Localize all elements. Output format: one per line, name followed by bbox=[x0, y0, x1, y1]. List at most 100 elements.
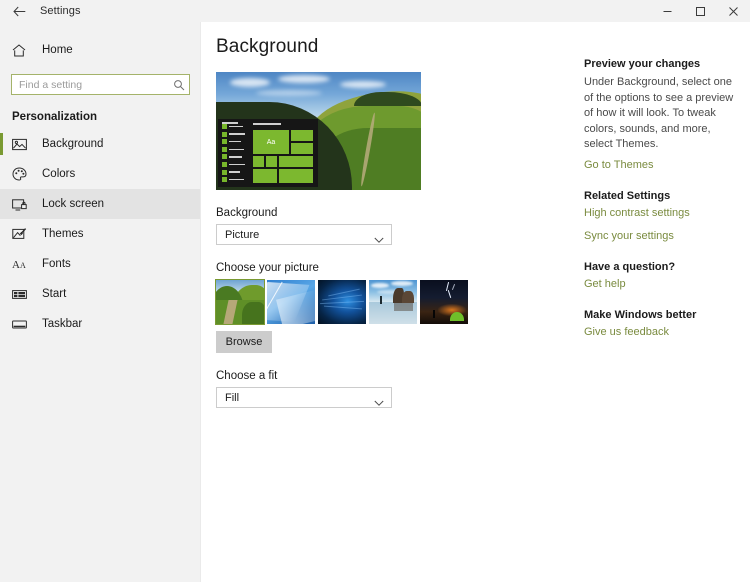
title-bar-left: Settings bbox=[0, 0, 81, 22]
thumb-cloud bbox=[371, 283, 389, 288]
preview-tile bbox=[252, 168, 278, 184]
thumb-sea-stack bbox=[402, 291, 414, 303]
preview-changes-body: Under Background, select one of the opti… bbox=[584, 76, 734, 150]
get-help-link[interactable]: Get help bbox=[584, 278, 736, 290]
preview-start-group-title bbox=[253, 123, 281, 125]
make-windows-better-section: Make Windows better Give us feedback bbox=[584, 309, 736, 338]
sidebar-item-taskbar[interactable]: Taskbar bbox=[0, 309, 200, 339]
preview-cloud bbox=[256, 90, 322, 96]
lockscreen-icon bbox=[12, 196, 32, 212]
settings-window: Settings Home Find a setting Personaliza… bbox=[0, 0, 750, 582]
preview-start-menu: Aa bbox=[218, 119, 318, 187]
choose-fit-label: Choose a fit bbox=[216, 370, 278, 382]
sidebar-item-start[interactable]: Start bbox=[0, 279, 200, 309]
give-us-feedback-link[interactable]: Give us feedback bbox=[584, 326, 736, 338]
thumb-tent bbox=[450, 312, 464, 321]
related-settings-section: Related Settings High contrast settings … bbox=[584, 190, 736, 242]
sidebar-item-label: Colors bbox=[42, 168, 76, 180]
background-dropdown[interactable]: Picture bbox=[216, 224, 392, 245]
have-a-question-section: Have a question? Get help bbox=[584, 261, 736, 290]
beach-sea-stacks-thumbnail[interactable] bbox=[369, 280, 417, 324]
sidebar-section-heading: Personalization bbox=[12, 111, 97, 123]
preview-tile-aa: Aa bbox=[252, 129, 290, 155]
browse-button[interactable]: Browse bbox=[216, 331, 272, 353]
back-button[interactable] bbox=[0, 0, 38, 22]
make-windows-better-heading: Make Windows better bbox=[584, 308, 697, 321]
main-content: Background Aa Background Picture Choose … bbox=[202, 22, 572, 582]
wallpaper-preview: Aa bbox=[216, 72, 421, 190]
preview-start-app-item bbox=[222, 139, 246, 145]
search-input[interactable] bbox=[11, 74, 190, 95]
go-to-themes-link[interactable]: Go to Themes bbox=[584, 159, 736, 171]
preview-start-app-item bbox=[222, 169, 246, 175]
blue-abstract-thumbnail[interactable] bbox=[267, 280, 315, 324]
fit-dropdown-value: Fill bbox=[225, 391, 240, 404]
window-controls bbox=[651, 0, 750, 22]
maximize-button[interactable] bbox=[684, 0, 717, 22]
themes-icon bbox=[12, 226, 32, 242]
windows-hero-thumbnail[interactable] bbox=[318, 280, 366, 324]
preview-tile bbox=[265, 155, 278, 168]
preview-cloud bbox=[340, 81, 386, 88]
svg-text:A: A bbox=[12, 259, 20, 271]
thumb-bush bbox=[242, 302, 264, 324]
minimize-button[interactable] bbox=[651, 0, 684, 22]
preview-start-app-item bbox=[222, 177, 246, 183]
right-info-panel: Preview your changes Under Background, s… bbox=[572, 22, 750, 582]
fit-dropdown[interactable]: Fill bbox=[216, 387, 392, 408]
window-title: Settings bbox=[40, 5, 81, 17]
night-sky-thumbnail[interactable] bbox=[420, 280, 468, 324]
home-label: Home bbox=[42, 44, 73, 56]
sidebar-item-label: Background bbox=[42, 138, 104, 150]
high-contrast-settings-link[interactable]: High contrast settings bbox=[584, 207, 736, 219]
picture-thumbnail-strip bbox=[215, 279, 572, 325]
sync-your-settings-link[interactable]: Sync your settings bbox=[584, 230, 736, 242]
preview-start-app-item bbox=[222, 124, 246, 129]
preview-start-app-item bbox=[222, 161, 246, 167]
preview-tile bbox=[278, 155, 314, 168]
sidebar-item-label: Themes bbox=[42, 228, 84, 240]
sidebar-item-lock-screen[interactable]: Lock screen bbox=[0, 189, 200, 219]
title-bar: Settings bbox=[0, 0, 750, 22]
preview-tile bbox=[290, 142, 314, 155]
preview-start-app-item bbox=[222, 146, 246, 152]
choose-picture-label: Choose your picture bbox=[216, 262, 319, 274]
countryside-path-thumbnail[interactable] bbox=[215, 279, 265, 325]
preview-tile bbox=[290, 129, 314, 142]
preview-start-app-list bbox=[222, 124, 246, 185]
close-button[interactable] bbox=[717, 0, 750, 22]
sidebar: Home Personalization Background bbox=[0, 22, 201, 582]
preview-cloud bbox=[278, 75, 330, 83]
background-field-label: Background bbox=[216, 207, 278, 219]
taskbar-icon bbox=[12, 316, 32, 332]
preview-start-tiles: Aa bbox=[252, 129, 314, 184]
sidebar-item-label: Fonts bbox=[42, 258, 71, 270]
preview-tile bbox=[278, 168, 314, 184]
thumb-figure bbox=[433, 310, 435, 318]
sidebar-item-colors[interactable]: Colors bbox=[0, 159, 200, 189]
image-icon bbox=[12, 136, 32, 152]
sidebar-item-fonts[interactable]: A A Fonts bbox=[0, 249, 200, 279]
sidebar-item-themes[interactable]: Themes bbox=[0, 219, 200, 249]
preview-tile bbox=[252, 155, 265, 168]
preview-changes-heading: Preview your changes bbox=[584, 58, 701, 70]
page-title: Background bbox=[216, 36, 319, 57]
start-icon bbox=[12, 286, 32, 302]
svg-text:A: A bbox=[20, 261, 26, 270]
preview-cloud bbox=[230, 78, 270, 87]
sidebar-item-background[interactable]: Background bbox=[0, 129, 200, 159]
thumb-reflection bbox=[394, 303, 413, 311]
sidebar-item-label: Lock screen bbox=[42, 198, 105, 210]
palette-icon bbox=[12, 166, 32, 182]
chevron-down-icon bbox=[374, 394, 384, 412]
preview-start-app-item bbox=[222, 154, 246, 160]
background-dropdown-value: Picture bbox=[225, 228, 260, 241]
sidebar-item-label: Taskbar bbox=[42, 318, 83, 330]
sidebar-item-home[interactable]: Home bbox=[0, 36, 200, 64]
have-a-question-heading: Have a question? bbox=[584, 260, 676, 273]
fonts-icon: A A bbox=[12, 256, 32, 272]
search-box bbox=[11, 74, 190, 95]
related-settings-heading: Related Settings bbox=[584, 189, 671, 202]
preview-changes-section: Preview your changes Under Background, s… bbox=[584, 58, 736, 171]
thumb-figure bbox=[380, 296, 382, 304]
